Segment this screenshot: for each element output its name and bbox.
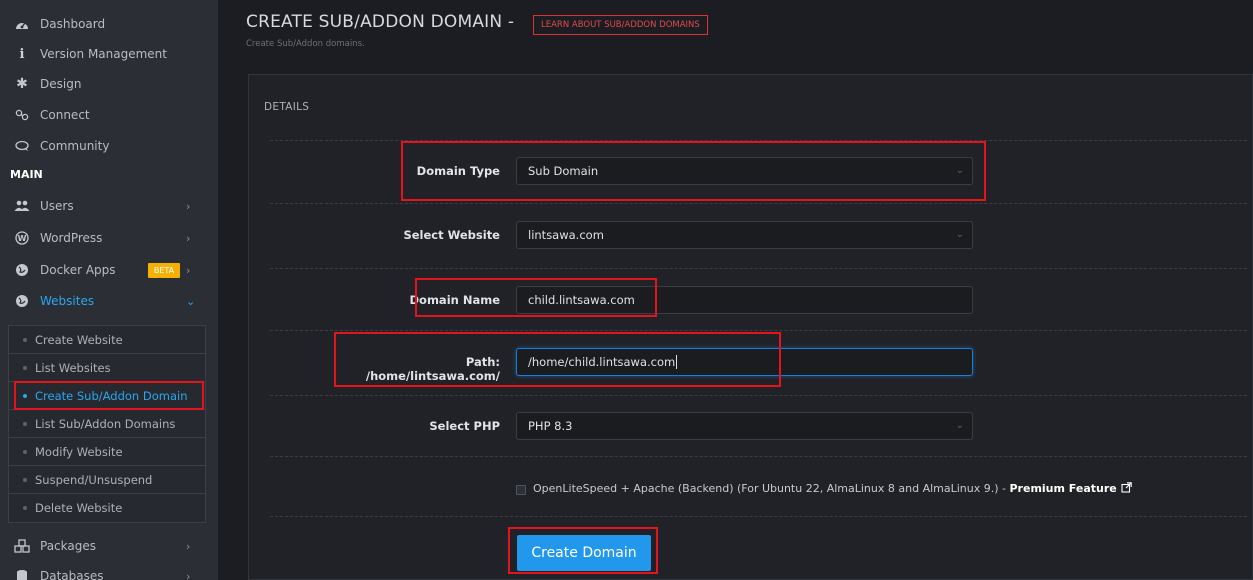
- nav-design[interactable]: ✱ Design: [0, 70, 210, 98]
- nav-dashboard[interactable]: Dashboard: [0, 10, 210, 38]
- divider: [270, 516, 1247, 517]
- nav-label: Packages: [40, 539, 96, 553]
- highlight-box: [14, 381, 204, 410]
- chevron-down-icon: ⌄: [186, 294, 196, 308]
- nav-wordpress[interactable]: W WordPress ›: [0, 224, 210, 252]
- nav-connect[interactable]: Connect: [0, 101, 210, 129]
- backend-checkbox[interactable]: [516, 485, 526, 495]
- sidebar: Dashboard i Version Management ✱ Design …: [0, 0, 218, 580]
- globe-icon: [14, 262, 30, 278]
- database-icon: [14, 568, 30, 580]
- svg-text:W: W: [18, 234, 27, 243]
- bullet: [23, 365, 27, 370]
- nav-label: Community: [40, 139, 110, 153]
- highlight-box: [401, 141, 986, 201]
- details-heading: DETAILS: [264, 101, 310, 113]
- nav-label: Databases: [40, 569, 104, 580]
- select-php-label: Select PHP: [429, 419, 500, 433]
- divider: [270, 395, 1247, 396]
- submenu-label: Suspend/Unsuspend: [35, 472, 153, 487]
- tachometer-icon: [14, 16, 30, 32]
- submenu-modify-website[interactable]: Modify Website: [9, 438, 205, 466]
- nav-label: Users: [40, 199, 74, 213]
- wordpress-icon: W: [14, 230, 30, 246]
- chat-icon: [14, 138, 30, 154]
- submenu-label: List Websites: [35, 360, 111, 375]
- chevron-down-icon: ⌄: [955, 420, 964, 431]
- backend-label: OpenLiteSpeed + Apache (Backend) (For Ub…: [533, 482, 1006, 495]
- highlight-box: [508, 527, 658, 574]
- nav-label: Connect: [40, 108, 90, 122]
- divider: [270, 203, 1247, 204]
- cubes-icon: [14, 538, 30, 554]
- bullet: [23, 477, 27, 482]
- backend-option-text: OpenLiteSpeed + Apache (Backend) (For Ub…: [533, 482, 1132, 495]
- bullet: [23, 449, 27, 454]
- submenu-label: Modify Website: [35, 444, 123, 459]
- highlight-box: [334, 332, 781, 387]
- submenu-delete-website[interactable]: Delete Website: [9, 494, 205, 521]
- select-website-label: Select Website: [403, 228, 500, 242]
- select-website-select[interactable]: lintsawa.com ⌄: [516, 221, 973, 249]
- nav-version-management[interactable]: i Version Management: [0, 40, 210, 68]
- beta-badge: BETA: [148, 263, 180, 278]
- submenu-list-sub-addon-domains[interactable]: List Sub/Addon Domains: [9, 410, 205, 438]
- external-link-icon: [1121, 482, 1132, 493]
- globe-icon: [14, 293, 30, 309]
- nav-label: Design: [40, 77, 82, 91]
- learn-about-link[interactable]: LEARN ABOUT SUB/ADDON DOMAINS: [533, 15, 708, 35]
- select-website-value: lintsawa.com: [528, 228, 604, 242]
- websites-submenu: Create Website List Websites Create Sub/…: [8, 325, 206, 523]
- divider: [270, 330, 1247, 331]
- chevron-down-icon: ⌄: [955, 229, 964, 240]
- section-heading-main: MAIN: [10, 168, 43, 181]
- nav-community[interactable]: Community: [0, 132, 210, 160]
- submenu-label: List Sub/Addon Domains: [35, 416, 176, 431]
- users-icon: [14, 198, 30, 214]
- nav-users[interactable]: Users ›: [0, 192, 210, 220]
- chevron-right-icon: ›: [186, 539, 191, 553]
- nav-label: Docker Apps: [40, 263, 116, 277]
- page-title: CREATE SUB/ADDON DOMAIN -: [246, 12, 515, 32]
- submenu-create-website[interactable]: Create Website: [9, 326, 205, 354]
- premium-feature-label: Premium Feature: [1009, 482, 1117, 495]
- nav-docker-apps[interactable]: Docker Apps BETA ›: [0, 256, 210, 284]
- link-icon: [14, 107, 30, 123]
- nav-websites[interactable]: Websites ⌄: [0, 287, 210, 315]
- chevron-right-icon: ›: [186, 263, 191, 277]
- highlight-box: [415, 278, 657, 317]
- nav-packages[interactable]: Packages ›: [0, 532, 210, 560]
- nav-label: Websites: [40, 294, 95, 308]
- nav-label: Version Management: [40, 47, 167, 61]
- page-subtitle: Create Sub/Addon domains.: [246, 39, 365, 49]
- nav-databases[interactable]: Databases ›: [0, 562, 210, 580]
- chevron-right-icon: ›: [186, 199, 191, 213]
- bullet: [23, 337, 27, 342]
- chevron-right-icon: ›: [186, 231, 191, 245]
- bullet: [23, 421, 27, 426]
- gear-icon: ✱: [16, 76, 28, 92]
- premium-feature-link[interactable]: Premium Feature: [1010, 482, 1132, 495]
- select-php-value: PHP 8.3: [528, 419, 573, 433]
- submenu-label: Delete Website: [35, 500, 123, 515]
- divider: [270, 456, 1247, 457]
- info-icon: i: [19, 46, 25, 62]
- select-php-select[interactable]: PHP 8.3 ⌄: [516, 412, 973, 440]
- chevron-right-icon: ›: [186, 569, 191, 580]
- bullet: [23, 505, 27, 510]
- submenu-list-websites[interactable]: List Websites: [9, 354, 205, 382]
- submenu-label: Create Website: [35, 332, 123, 347]
- nav-label: WordPress: [40, 231, 103, 245]
- submenu-suspend-unsuspend[interactable]: Suspend/Unsuspend: [9, 466, 205, 494]
- nav-label: Dashboard: [40, 17, 106, 31]
- divider: [270, 268, 1247, 269]
